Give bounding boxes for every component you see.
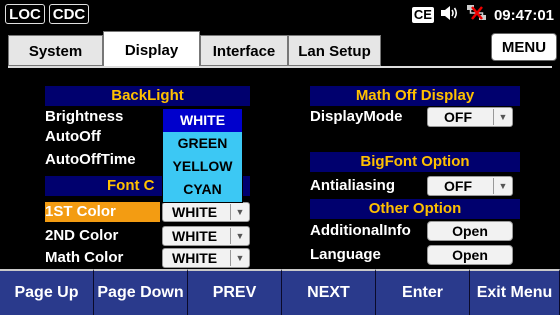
second-color-value: WHITE <box>172 228 218 244</box>
local-mode-indicator: LOC <box>5 4 45 24</box>
speaker-icon <box>440 5 460 26</box>
dropdown-option-yellow[interactable]: YELLOW <box>163 155 242 178</box>
chevron-down-icon: ▼ <box>230 204 249 220</box>
enter-softkey[interactable]: Enter <box>376 269 470 315</box>
second-color-select[interactable]: WHITE ▼ <box>162 226 250 246</box>
chevron-down-icon: ▼ <box>493 178 512 194</box>
tab-system[interactable]: System <box>8 35 103 66</box>
color-dropdown-list[interactable]: WHITE GREEN YELLOW CYAN <box>162 108 243 203</box>
tab-lan-setup[interactable]: Lan Setup <box>288 35 381 66</box>
next-softkey[interactable]: NEXT <box>282 269 376 315</box>
antialiasing-label: Antialiasing <box>310 177 396 194</box>
display-mode-value: OFF <box>444 109 472 125</box>
prev-softkey[interactable]: PREV <box>188 269 282 315</box>
display-mode-select[interactable]: OFF ▼ <box>427 107 513 127</box>
antialiasing-value: OFF <box>444 178 472 194</box>
first-color-select[interactable]: WHITE ▼ <box>162 202 250 222</box>
dropdown-option-white[interactable]: WHITE <box>163 109 242 132</box>
additional-info-open-button[interactable]: Open <box>427 221 513 241</box>
clock: 09:47:01 <box>493 6 554 24</box>
antialiasing-select[interactable]: OFF ▼ <box>427 176 513 196</box>
dropdown-option-cyan[interactable]: CYAN <box>163 178 242 201</box>
other-option-header: Other Option <box>310 199 520 219</box>
chevron-down-icon: ▼ <box>230 250 249 266</box>
status-tray: CE 09:47:01 <box>411 4 554 27</box>
chevron-down-icon: ▼ <box>230 228 249 244</box>
chevron-down-icon: ▼ <box>493 109 512 125</box>
math-off-display-header: Math Off Display <box>310 86 520 106</box>
lan-disconnected-icon <box>466 4 488 27</box>
exit-menu-softkey[interactable]: Exit Menu <box>470 269 560 315</box>
dropdown-option-green[interactable]: GREEN <box>163 132 242 155</box>
tab-interface[interactable]: Interface <box>200 35 288 66</box>
display-mode-label: DisplayMode <box>310 108 403 125</box>
brightness-label: Brightness <box>45 108 124 125</box>
autoofftime-label: AutoOffTime <box>45 151 136 168</box>
second-color-label: 2ND Color <box>45 227 119 244</box>
tab-display[interactable]: Display <box>103 31 200 67</box>
first-color-value: WHITE <box>172 204 218 220</box>
autooff-label: AutoOff <box>45 128 101 145</box>
math-color-select[interactable]: WHITE ▼ <box>162 248 250 268</box>
ce-indicator-icon: CE <box>411 7 434 23</box>
page-up-softkey[interactable]: Page Up <box>0 269 94 315</box>
backlight-header: BackLight <box>45 86 250 106</box>
page-down-softkey[interactable]: Page Down <box>94 269 188 315</box>
instrument-screen: LOC CDC CE 09:47:01 System Display Inter… <box>0 0 560 315</box>
bigfont-option-header: BigFont Option <box>310 152 520 172</box>
math-color-label: Math Color <box>45 249 124 266</box>
language-label: Language <box>310 246 381 263</box>
language-open-button[interactable]: Open <box>427 245 513 265</box>
menu-button[interactable]: MENU <box>491 33 557 61</box>
cdc-indicator: CDC <box>49 4 89 24</box>
first-color-label: 1ST Color <box>45 203 116 220</box>
math-color-value: WHITE <box>172 250 218 266</box>
additional-info-label: AdditionalInfo <box>310 222 411 239</box>
